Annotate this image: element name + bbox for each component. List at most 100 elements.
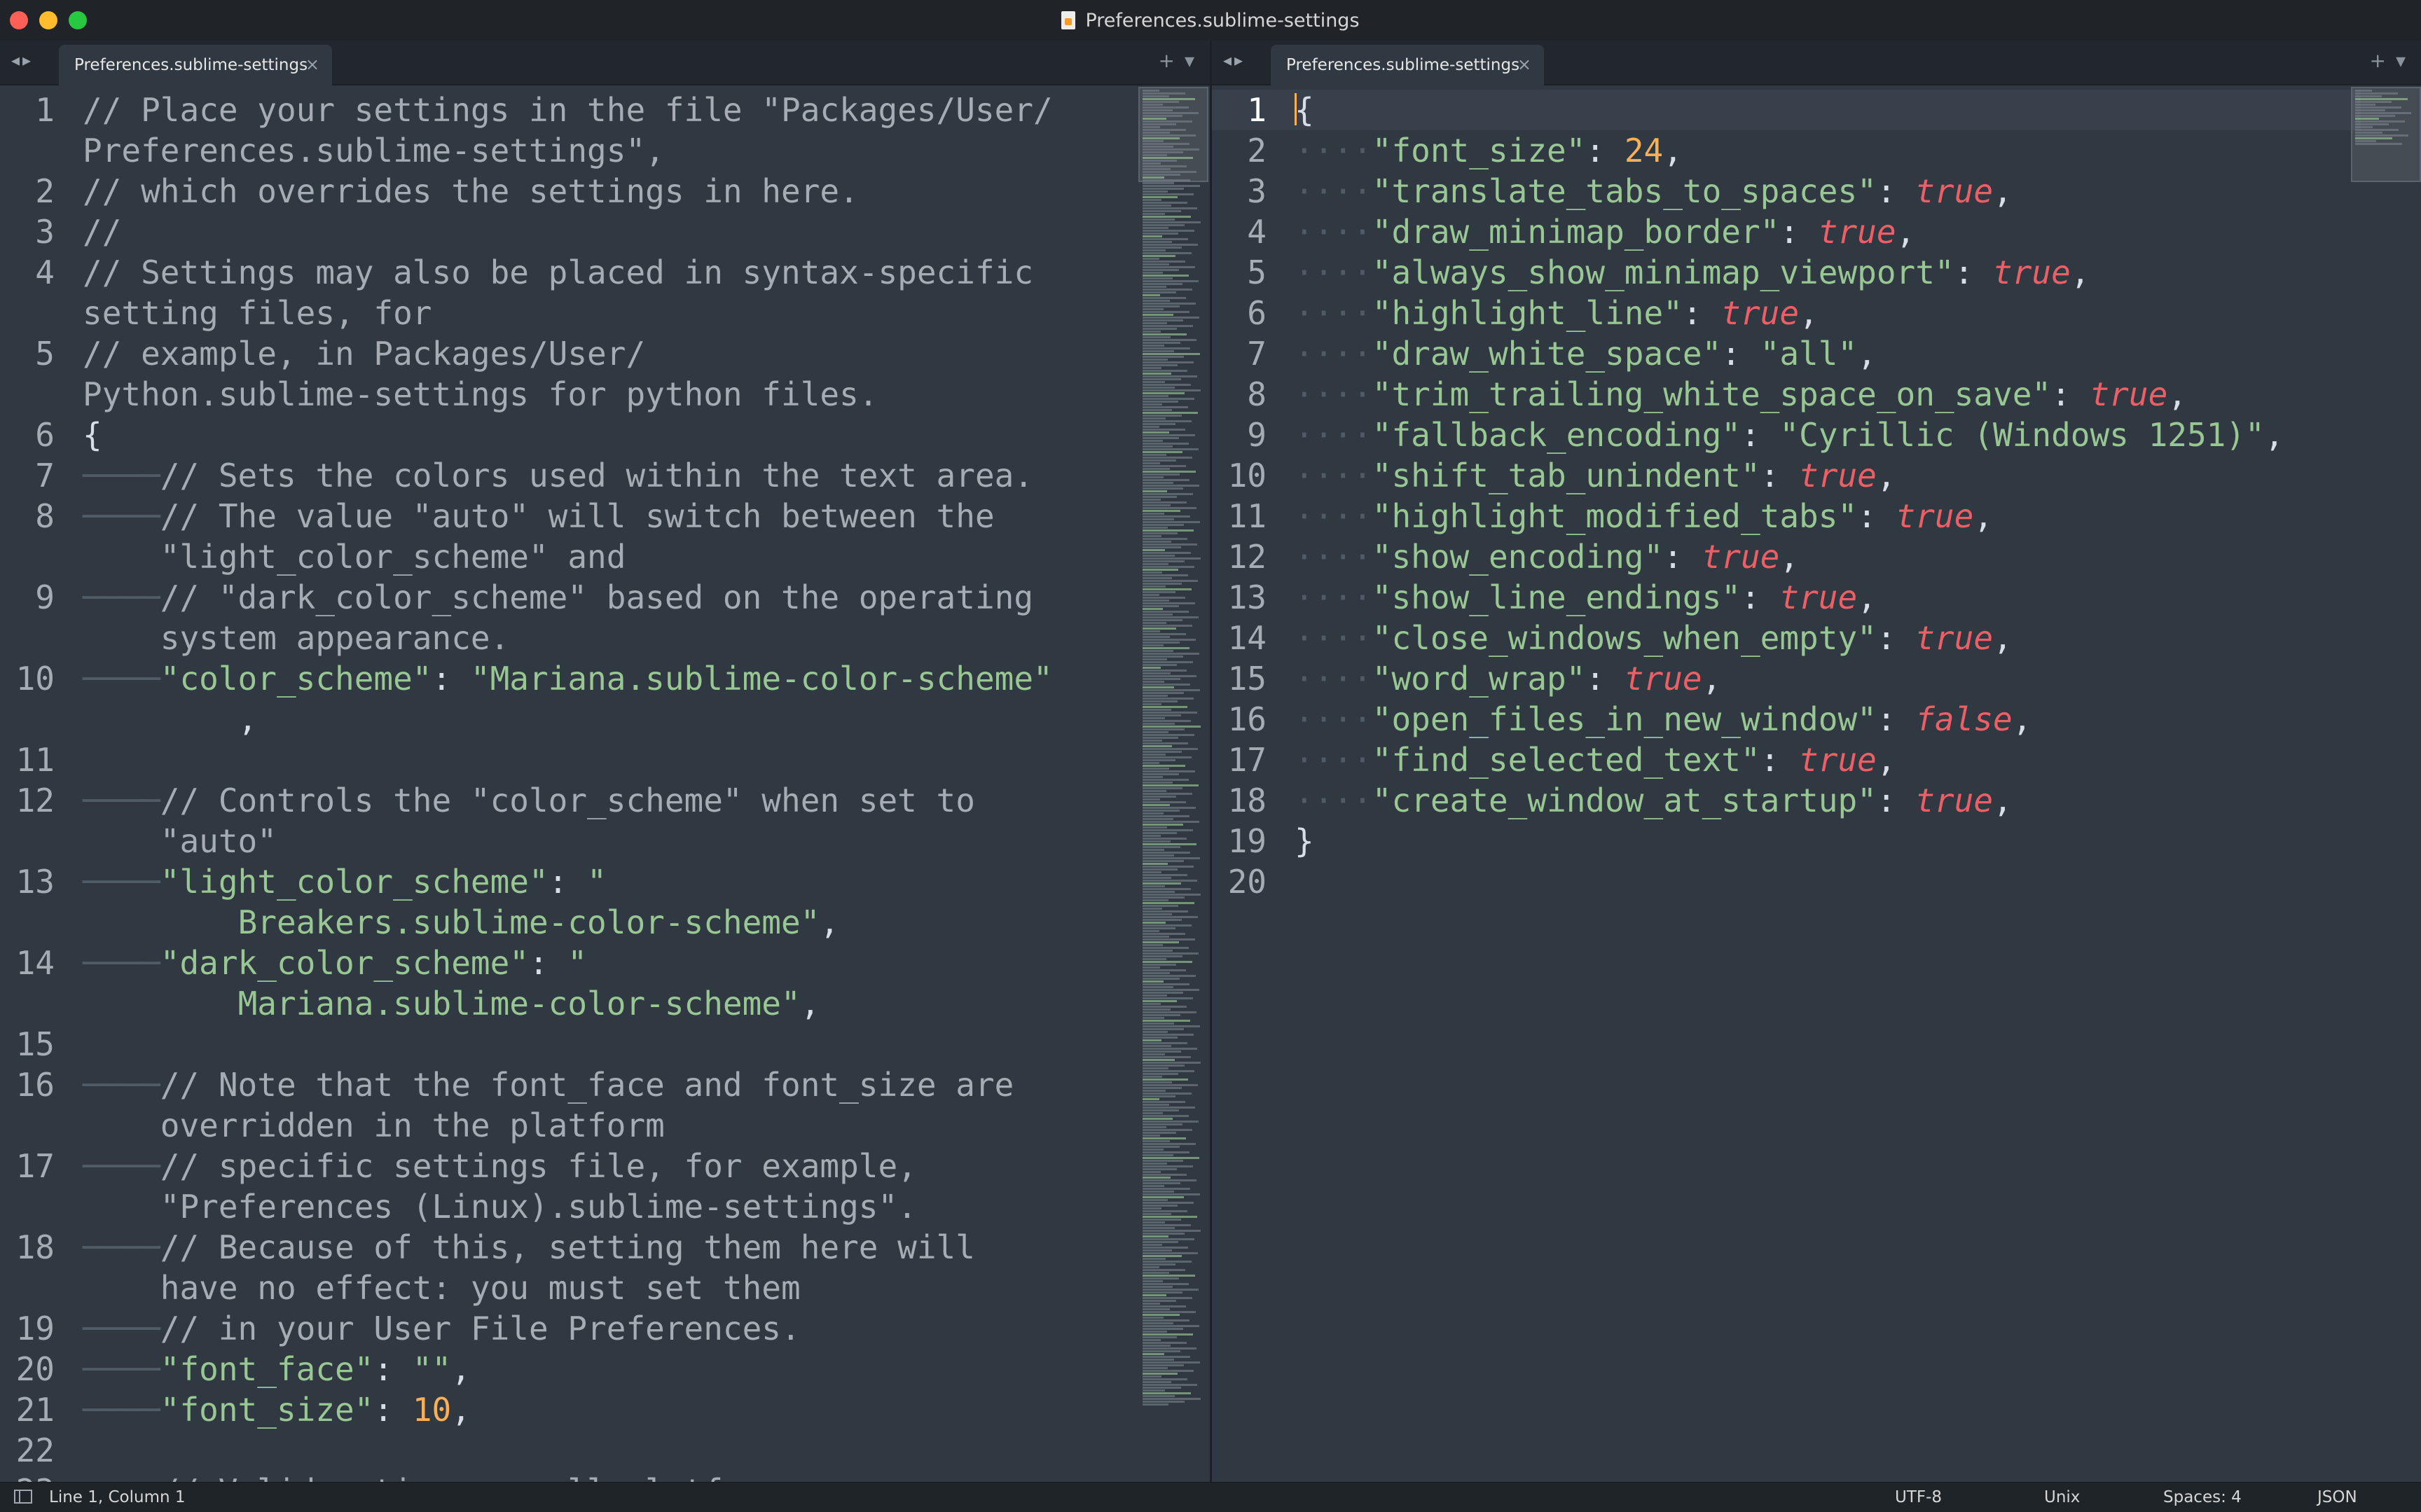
code-line[interactable]: 18 ····"create_window_at_startup": true, <box>1212 780 2361 821</box>
minimap-line <box>1143 297 1186 299</box>
minimap-line <box>1143 1137 1186 1139</box>
close-icon[interactable]: × <box>305 55 319 74</box>
code-line[interactable]: 23────// Valid options on all platforms … <box>0 1471 1053 1482</box>
tab-left-preferences[interactable]: Preferences.sublime-settings × <box>59 45 332 85</box>
code-line[interactable]: 12 ····"show_encoding": true, <box>1212 536 2361 577</box>
line-endings-indicator[interactable]: Unix <box>2044 1488 2080 1506</box>
code-line[interactable]: Breakers.sublime-color-scheme", <box>0 902 1053 943</box>
code-line[interactable]: 20 ────"font_face": "", <box>0 1349 1053 1389</box>
code-line[interactable]: 5 ····"always_show_minimap_viewport": tru… <box>1212 252 2361 293</box>
minimap-line <box>1143 952 1199 955</box>
close-icon[interactable]: × <box>1517 55 1531 74</box>
minimap-line <box>1143 1179 1196 1181</box>
plus-icon[interactable]: + <box>2369 49 2385 72</box>
code-line[interactable]: system appearance. <box>0 618 1053 658</box>
code-line[interactable]: 14 ····"close_windows_when_empty": true, <box>1212 618 2361 658</box>
code-line[interactable]: 7 ····"draw_white_space": "all", <box>1212 333 2361 374</box>
left-code-view[interactable]: 1 // Place your settings in the file "Pac… <box>0 90 1053 1482</box>
minimap-line <box>1143 588 1192 590</box>
left-right-arrows-icon[interactable]: ◂▸ <box>11 50 34 70</box>
code-line[interactable]: 10 ····"shift_tab_unindent": true, <box>1212 455 2361 496</box>
plus-icon[interactable]: + <box>1158 49 1174 72</box>
code-line[interactable]: 7 ────// Sets the colors used within the … <box>0 455 1053 496</box>
code-line[interactable]: "auto" <box>0 821 1053 861</box>
minimap-line <box>1143 101 1179 103</box>
code-line[interactable]: 17 ────// specific settings file, for exa… <box>0 1146 1053 1186</box>
minimap-line <box>1143 311 1189 313</box>
minimap-line <box>1143 106 1189 109</box>
code-line[interactable]: 2 // which overrides the settings in here… <box>0 171 1053 211</box>
code-line[interactable]: 10 ────"color_scheme": "Mariana.sublime-c… <box>0 658 1053 699</box>
code-line[interactable]: 6 ····"highlight_line": true, <box>1212 293 2361 333</box>
code-line[interactable]: 12 ────// Controls the "color_scheme" whe… <box>0 780 1053 821</box>
minimap-line <box>1143 291 1176 293</box>
code-line[interactable]: 2 ····"font_size": 24, <box>1212 130 2361 171</box>
code-line[interactable]: have no effect: you must set them <box>0 1268 1053 1308</box>
code-line[interactable]: 1{ <box>1212 90 2361 130</box>
code-line[interactable]: 4 // Settings may also be placed in synta… <box>0 252 1053 293</box>
minimap-line <box>1143 583 1182 585</box>
code-line[interactable]: 17 ····"find_selected_text": true, <box>1212 740 2361 780</box>
code-line[interactable]: 18 ────// Because of this, setting them h… <box>0 1227 1053 1268</box>
code-line[interactable]: , <box>0 699 1053 740</box>
code-line[interactable]: Python.sublime-settings for python files… <box>0 374 1053 415</box>
code-token: // in your User File Preferences. <box>160 1310 801 1347</box>
code-line[interactable]: 11 ····"highlight_modified_tabs": true, <box>1212 496 2361 536</box>
minimap-line <box>1143 1289 1199 1291</box>
code-line[interactable]: Mariana.sublime-color-scheme", <box>0 983 1053 1024</box>
code-line[interactable]: 19} <box>1212 821 2361 861</box>
code-line[interactable]: "Preferences (Linux).sublime-settings". <box>0 1186 1053 1227</box>
indentation-indicator[interactable]: Spaces: 4 <box>2163 1488 2242 1506</box>
wrap-indent <box>83 903 238 941</box>
code-line[interactable]: 8 ────// The value "auto" will switch bet… <box>0 496 1053 536</box>
left-editor-pane[interactable]: 1 // Place your settings in the file "Pac… <box>0 85 1210 1482</box>
chevron-down-icon[interactable]: ▾ <box>1185 49 1194 72</box>
left-right-arrows-icon[interactable]: ◂▸ <box>1223 50 1246 70</box>
panel-toggle-icon[interactable] <box>14 1490 32 1504</box>
code-line[interactable]: 13 ────"light_color_scheme": " <box>0 861 1053 902</box>
code-line[interactable]: 9 ────// "dark_color_scheme" based on the… <box>0 577 1053 618</box>
whitespace-dots: ···· <box>1295 132 1372 169</box>
code-line[interactable]: "light_color_scheme" and <box>0 536 1053 577</box>
code-line[interactable]: 16 ────// Note that the font_face and fon… <box>0 1064 1053 1105</box>
code-line[interactable]: Preferences.sublime-settings", <box>0 130 1053 171</box>
encoding-indicator[interactable]: UTF-8 <box>1895 1488 1942 1506</box>
code-line[interactable]: 19 ────// in your User File Preferences. <box>0 1308 1053 1349</box>
code-token: "light_color_scheme" <box>160 863 549 901</box>
code-line[interactable]: 1 // Place your settings in the file "Pac… <box>0 90 1053 130</box>
code-token: , <box>2012 700 2032 738</box>
code-line[interactable]: 13 ····"show_line_endings": true, <box>1212 577 2361 618</box>
code-line[interactable]: 14 ────"dark_color_scheme": " <box>0 943 1053 983</box>
minimap-line <box>1143 938 1195 941</box>
code-line[interactable]: 20 <box>1212 861 2361 902</box>
code-line[interactable]: 11 <box>0 740 1053 780</box>
right-code-view[interactable]: 1{2 ····"font_size": 24, 3 ····"translate_t… <box>1212 90 2361 902</box>
code-line[interactable]: 8 ····"trim_trailing_white_space_on_save"… <box>1212 374 2361 415</box>
minimap-line <box>1143 1275 1195 1277</box>
code-line[interactable]: 15 ····"word_wrap": true, <box>1212 658 2361 699</box>
code-line[interactable]: 15 <box>0 1024 1053 1064</box>
code-line[interactable]: 16 ····"open_files_in_new_window": false, <box>1212 699 2361 740</box>
minimap-line <box>1143 440 1163 442</box>
right-editor-pane[interactable]: 1{2 ····"font_size": 24, 3 ····"translate_t… <box>1212 85 2421 1482</box>
syntax-indicator[interactable]: JSON <box>2317 1488 2357 1506</box>
right-minimap[interactable] <box>2351 85 2421 1482</box>
code-line[interactable]: 21 ────"font_size": 10, <box>0 1389 1053 1430</box>
code-line[interactable]: 5 // example, in Packages/User/ <box>0 333 1053 374</box>
minimap-line <box>1143 443 1189 445</box>
code-line[interactable]: 9 ····"fallback_encoding": "Cyrillic (Win… <box>1212 415 2361 455</box>
code-line[interactable]: overridden in the platform <box>0 1105 1053 1146</box>
code-token: "draw_white_space" <box>1372 335 1722 373</box>
code-line[interactable]: 3 // <box>0 211 1053 252</box>
code-line[interactable]: 22 <box>0 1430 1053 1471</box>
minimap-line <box>1143 1188 1190 1190</box>
minimap-line <box>1143 280 1199 282</box>
tab-right-preferences[interactable]: Preferences.sublime-settings × <box>1271 45 1544 85</box>
code-line[interactable]: 3 ····"translate_tabs_to_spaces": true, <box>1212 171 2361 211</box>
left-minimap[interactable] <box>1138 85 1208 1482</box>
code-line[interactable]: setting files, for <box>0 293 1053 333</box>
code-line[interactable]: 6{ <box>0 415 1053 455</box>
chevron-down-icon[interactable]: ▾ <box>2396 49 2406 72</box>
minimap-line <box>1143 650 1173 652</box>
code-line[interactable]: 4 ····"draw_minimap_border": true, <box>1212 211 2361 252</box>
